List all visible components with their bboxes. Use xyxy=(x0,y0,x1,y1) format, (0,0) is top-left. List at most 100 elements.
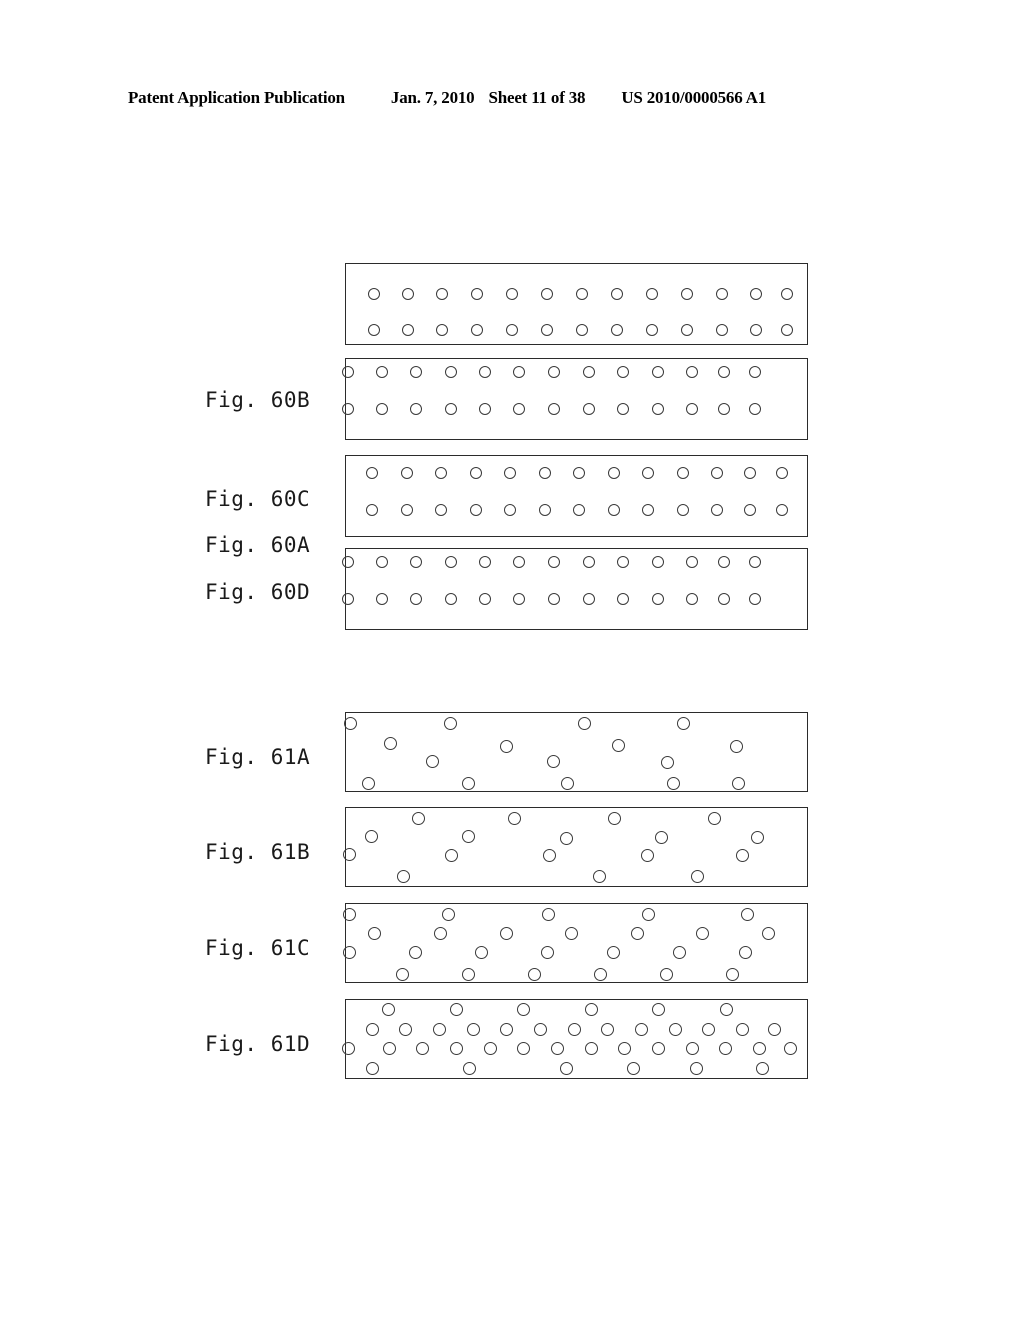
circle-marker xyxy=(750,288,762,300)
circle-marker xyxy=(701,1022,715,1036)
circle-marker xyxy=(642,504,654,516)
header-patent-number: US 2010/0000566 A1 xyxy=(621,88,767,107)
circle-marker xyxy=(461,829,475,843)
circle-marker xyxy=(641,907,655,921)
circle-marker xyxy=(559,831,573,845)
circle-marker xyxy=(383,736,397,750)
circle-marker xyxy=(584,1041,598,1055)
circle-marker xyxy=(395,967,409,981)
circle-marker xyxy=(342,593,354,605)
circle-marker xyxy=(749,556,761,568)
circle-marker xyxy=(749,366,761,378)
circle-marker xyxy=(470,467,482,479)
circle-marker xyxy=(718,1041,732,1055)
circle-marker xyxy=(689,1061,703,1075)
figure-panel-61c xyxy=(342,903,808,983)
figure-label-61b: Fig. 61B xyxy=(205,840,311,864)
circle-marker xyxy=(711,504,723,516)
circle-marker xyxy=(776,504,788,516)
circle-marker xyxy=(471,288,483,300)
circle-marker xyxy=(718,593,730,605)
figure-label-61a: Fig. 61A xyxy=(205,745,311,769)
circle-marker xyxy=(435,504,447,516)
circle-marker xyxy=(527,967,541,981)
figure-panel-61d xyxy=(341,999,808,1079)
circle-marker xyxy=(445,593,457,605)
circle-marker xyxy=(711,467,723,479)
circle-marker xyxy=(749,403,761,415)
circle-marker xyxy=(651,1041,665,1055)
circle-marker xyxy=(735,1022,749,1036)
circle-marker xyxy=(567,1022,581,1036)
circle-marker xyxy=(716,324,728,336)
circle-marker xyxy=(342,556,354,568)
circle-marker xyxy=(367,926,381,940)
circle-marker xyxy=(415,1041,429,1055)
circle-marker xyxy=(533,1022,547,1036)
circle-marker xyxy=(376,593,388,605)
circle-marker xyxy=(583,593,595,605)
circle-marker xyxy=(548,366,560,378)
circle-marker xyxy=(408,945,422,959)
circle-marker xyxy=(516,1041,530,1055)
circle-marker xyxy=(368,324,380,336)
circle-marker xyxy=(474,945,488,959)
circle-marker xyxy=(376,366,388,378)
circle-marker xyxy=(402,324,414,336)
circle-marker xyxy=(516,1002,530,1016)
circle-marker xyxy=(617,366,629,378)
circle-marker xyxy=(672,945,686,959)
circle-marker xyxy=(398,1022,412,1036)
circle-marker xyxy=(744,504,756,516)
circle-marker xyxy=(342,403,354,415)
circle-marker xyxy=(559,1061,573,1075)
circle-marker xyxy=(744,467,756,479)
circle-marker xyxy=(761,926,775,940)
circle-marker xyxy=(718,556,730,568)
circle-marker xyxy=(606,945,620,959)
circle-marker xyxy=(466,1022,480,1036)
circle-marker xyxy=(470,504,482,516)
figure-panel-60b xyxy=(342,358,808,440)
circle-marker xyxy=(506,324,518,336)
circle-marker xyxy=(365,1061,379,1075)
circle-marker xyxy=(718,366,730,378)
circle-marker xyxy=(593,967,607,981)
circle-marker xyxy=(410,556,422,568)
figure-label-60a: Fig. 60A xyxy=(205,533,311,557)
circle-marker xyxy=(343,716,357,730)
circle-marker xyxy=(436,288,448,300)
circle-marker xyxy=(573,467,585,479)
circle-marker xyxy=(735,848,749,862)
circle-marker xyxy=(410,366,422,378)
circle-marker xyxy=(548,403,560,415)
circle-marker xyxy=(677,467,689,479)
circle-marker xyxy=(685,1041,699,1055)
circle-marker xyxy=(462,1061,476,1075)
circle-marker xyxy=(686,593,698,605)
circle-marker xyxy=(686,556,698,568)
circle-marker xyxy=(608,467,620,479)
circle-marker xyxy=(479,593,491,605)
circle-marker xyxy=(583,366,595,378)
circle-marker xyxy=(626,1061,640,1075)
circle-marker xyxy=(539,467,551,479)
circle-marker xyxy=(435,467,447,479)
circle-marker xyxy=(513,403,525,415)
circle-marker xyxy=(607,811,621,825)
circle-marker xyxy=(548,556,560,568)
circle-marker xyxy=(471,324,483,336)
figure-label-61c: Fig. 61C xyxy=(205,936,311,960)
circle-marker xyxy=(541,907,555,921)
circle-marker xyxy=(716,288,728,300)
circle-marker xyxy=(767,1022,781,1036)
circle-marker xyxy=(630,926,644,940)
circle-marker xyxy=(740,907,754,921)
circle-marker xyxy=(666,776,680,790)
circle-marker xyxy=(652,366,664,378)
circle-marker xyxy=(411,811,425,825)
circle-marker xyxy=(513,593,525,605)
circle-marker xyxy=(499,739,513,753)
circle-marker xyxy=(659,967,673,981)
circle-marker xyxy=(577,716,591,730)
